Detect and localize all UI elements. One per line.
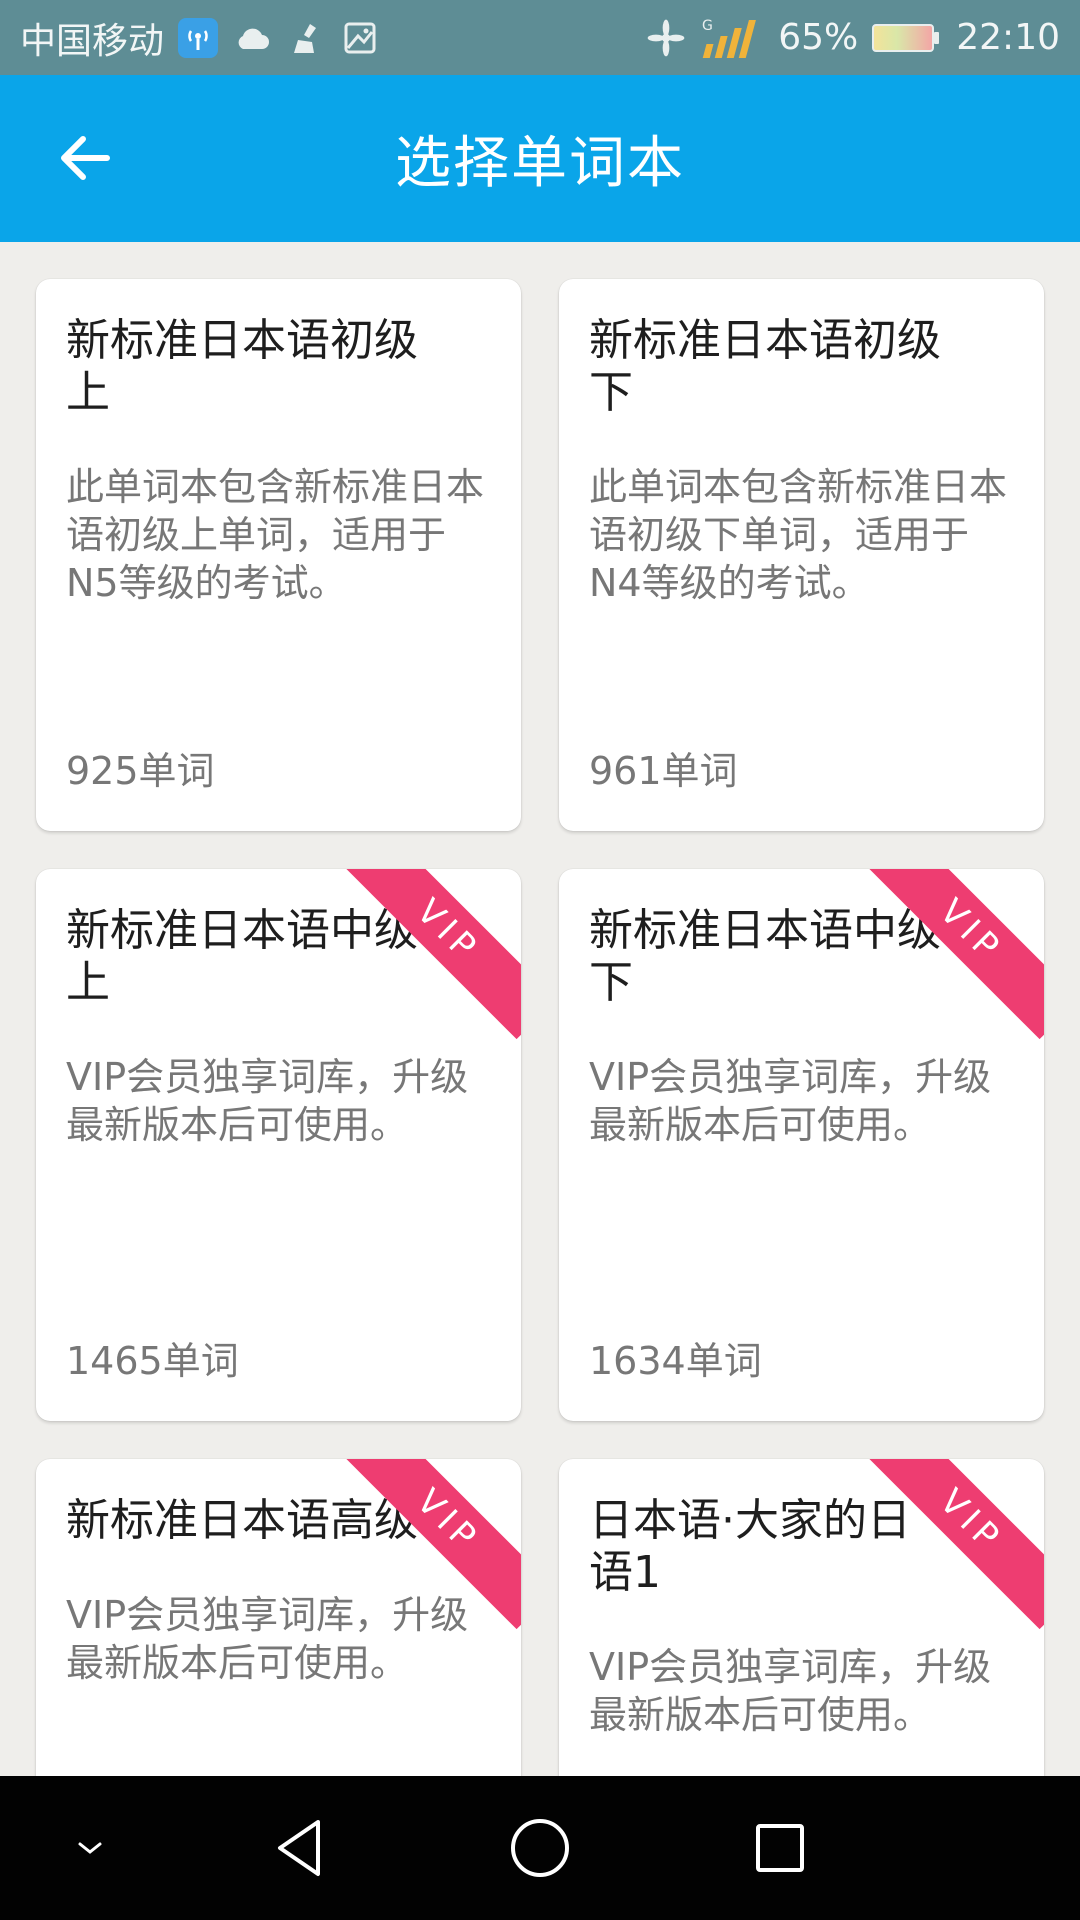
svg-text:G: G [702, 18, 713, 34]
status-bar: 中国移动 G 65% 22:10 [0, 0, 1080, 75]
book-grid: 新标准日本语初级上 此单词本包含新标准日本语初级上单词，适用于N5等级的考试。 … [36, 279, 1044, 1776]
word-count: 961单词 [589, 749, 738, 793]
book-description: VIP会员独享词库，升级最新版本后可使用。 [589, 1645, 992, 1737]
book-title: 新标准日本语高级 [66, 1495, 418, 1546]
word-count: 1634单词 [589, 1339, 762, 1383]
word-count: 1465单词 [66, 1339, 239, 1383]
book-description: 此单词本包含新标准日本语初级下单词，适用于N4等级的考试。 [589, 465, 1008, 605]
book-card[interactable]: VIP 新标准日本语中级上 VIP会员独享词库，升级最新版本后可使用。 1465… [36, 869, 521, 1421]
book-title: 新标准日本语中级下 [589, 905, 941, 1008]
app-bar: 选择单词本 [0, 75, 1080, 242]
book-description: 此单词本包含新标准日本语初级上单词，适用于N5等级的考试。 [66, 465, 485, 605]
book-description: VIP会员独享词库，升级最新版本后可使用。 [66, 1055, 469, 1147]
book-title: 新标准日本语初级下 [589, 315, 941, 418]
book-title: 新标准日本语中级上 [66, 905, 418, 1008]
status-left: 中国移动 [0, 12, 380, 64]
book-card[interactable]: VIP 新标准日本语中级下 VIP会员独享词库，升级最新版本后可使用。 1634… [559, 869, 1044, 1421]
arrow-left-icon [61, 136, 110, 180]
book-card[interactable]: 新标准日本语初级上 此单词本包含新标准日本语初级上单词，适用于N5等级的考试。 … [36, 279, 521, 831]
book-list[interactable]: 新标准日本语初级上 此单词本包含新标准日本语初级上单词，适用于N5等级的考试。 … [0, 242, 1080, 1776]
book-card[interactable]: 新标准日本语初级下 此单词本包含新标准日本语初级下单词，适用于N4等级的考试。 … [559, 279, 1044, 831]
book-description: VIP会员独享词库，升级最新版本后可使用。 [589, 1055, 992, 1147]
battery-percent: 65% [778, 17, 859, 58]
cloud-icon [232, 18, 272, 58]
page-title: 选择单词本 [395, 131, 685, 196]
word-count: 925单词 [66, 749, 215, 793]
recents-square-icon[interactable] [744, 1812, 816, 1884]
back-button[interactable] [40, 113, 130, 203]
battery-icon [872, 23, 940, 52]
gallery-icon [340, 18, 380, 58]
status-right: G 65% 22:10 [646, 17, 1080, 58]
back-triangle-icon[interactable] [264, 1812, 336, 1884]
book-card[interactable]: VIP 日本语·大家的日语1 VIP会员独享词库，升级最新版本后可使用。 [559, 1459, 1044, 1776]
book-title: 新标准日本语初级上 [66, 315, 418, 418]
home-circle-icon[interactable] [504, 1812, 576, 1884]
fan-icon [646, 18, 686, 58]
cleaner-icon [286, 18, 326, 58]
signal-icon: G [700, 18, 764, 58]
hotspot-icon [178, 17, 219, 58]
book-card[interactable]: VIP 新标准日本语高级 VIP会员独享词库，升级最新版本后可使用。 [36, 1459, 521, 1776]
book-title: 日本语·大家的日语1 [589, 1495, 911, 1598]
clock: 22:10 [956, 17, 1060, 58]
system-nav-bar [0, 1776, 1080, 1920]
carrier-name: 中国移动 [20, 20, 165, 62]
chevron-down-icon[interactable] [54, 1812, 126, 1884]
book-description: VIP会员独享词库，升级最新版本后可使用。 [66, 1593, 469, 1685]
